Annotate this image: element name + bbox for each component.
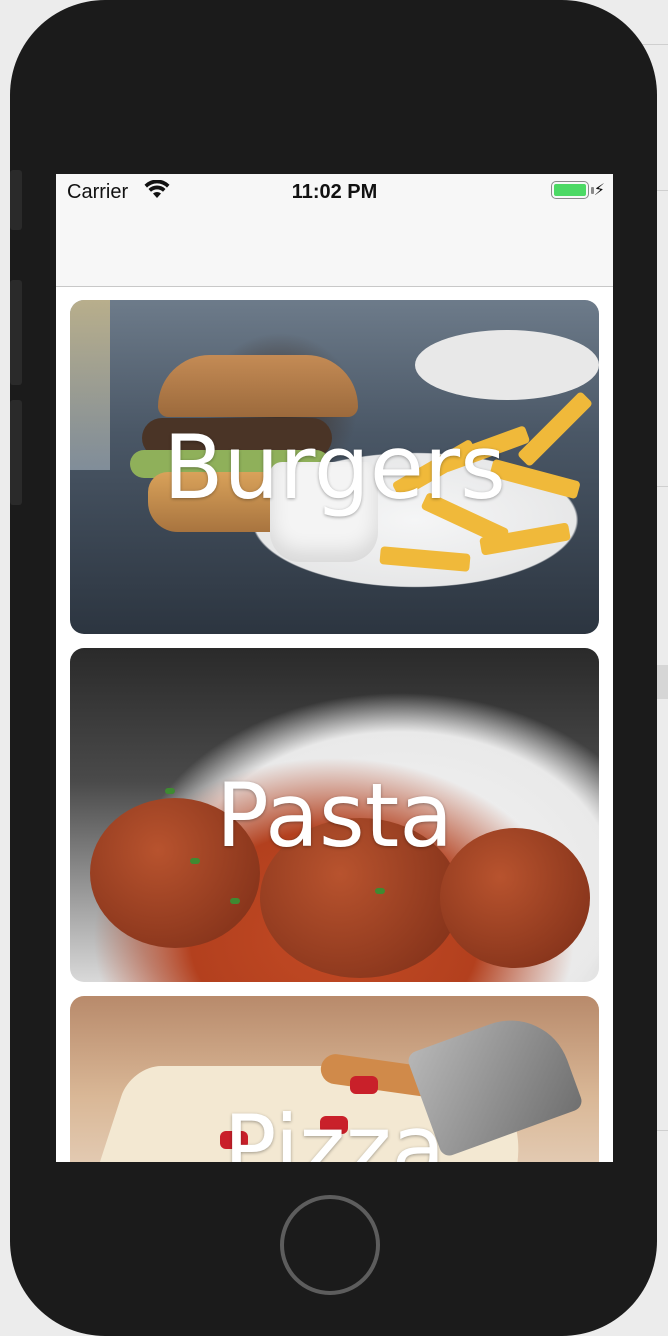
battery-icon: [551, 181, 589, 199]
charging-bolt-icon: ⚡︎: [593, 182, 605, 199]
category-card-pasta[interactable]: Pasta: [70, 648, 599, 982]
volume-up-button: [10, 280, 22, 385]
battery-level-fill: [554, 184, 586, 196]
mute-switch: [10, 170, 22, 230]
home-button-icon[interactable]: [280, 1195, 380, 1295]
status-time: 11:02 PM: [291, 181, 378, 203]
navigation-bar: [56, 210, 613, 287]
status-bar: Carrier 11:02 PM ⚡︎: [56, 174, 613, 210]
category-card-pizza[interactable]: Pizza: [70, 996, 599, 1162]
background-selection: [656, 665, 668, 699]
card-title: Burgers: [163, 415, 506, 519]
volume-down-button: [10, 400, 22, 505]
phone-screen: Carrier 11:02 PM ⚡︎ Burgers Pasta Pizza: [56, 174, 613, 1162]
card-title: Pasta: [215, 763, 454, 867]
category-card-burgers[interactable]: Burgers: [70, 300, 599, 634]
card-title: Pizza: [223, 1096, 446, 1162]
